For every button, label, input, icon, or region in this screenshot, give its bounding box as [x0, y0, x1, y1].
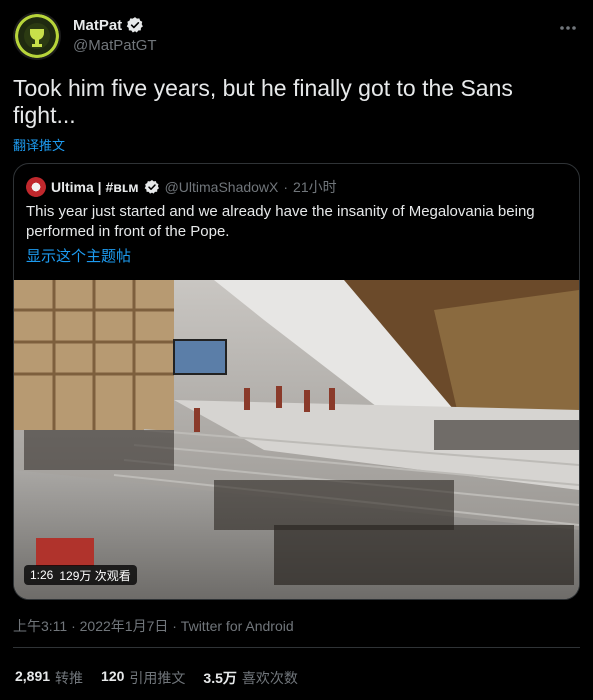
quotes-count: 120: [101, 668, 125, 684]
quoted-handle: @UltimaShadowX: [164, 179, 279, 195]
tweet-stats: 2,891 转推 120 引用推文 3.5万 喜欢次数: [15, 668, 298, 688]
author-display-name[interactable]: MatPat: [73, 17, 122, 34]
author-handle[interactable]: @MatPatGT: [73, 37, 157, 54]
quotes-label: 引用推文: [129, 670, 186, 686]
quoted-tweet-card[interactable]: Ultima | #ʙʟᴍ @UltimaShadowX · 21小时 This…: [13, 163, 580, 600]
verified-badge-icon: [144, 180, 159, 194]
quoted-display-name: Ultima | #ʙʟᴍ: [51, 179, 139, 195]
quoted-avatar: [26, 177, 46, 197]
quoted-separator: ·: [283, 179, 289, 195]
likes-stat[interactable]: 3.5万 喜欢次数: [203, 668, 297, 688]
video-views: 129万 次观看: [59, 568, 131, 583]
video-thumbnail: [14, 280, 579, 599]
video-info-badge: 1:26 129万 次观看: [24, 565, 137, 585]
quotes-stat[interactable]: 120 引用推文: [101, 668, 185, 688]
divider: [13, 647, 580, 648]
tweet-header: MatPat @MatPatGT: [13, 12, 580, 68]
tweet-timestamp[interactable]: 上午3:11 · 2022年1月7日 · Twitter for Android: [13, 616, 294, 636]
retweets-count: 2,891: [15, 668, 51, 684]
verified-badge-icon: [126, 17, 144, 33]
more-options-icon[interactable]: [556, 16, 580, 40]
quoted-header: Ultima | #ʙʟᴍ @UltimaShadowX · 21小时: [26, 177, 337, 197]
video-player[interactable]: [14, 280, 579, 599]
video-duration: 1:26: [30, 568, 54, 582]
likes-label: 喜欢次数: [241, 670, 298, 686]
quoted-text: This year just started and we already ha…: [26, 203, 535, 240]
quoted-time: 21小时: [293, 179, 337, 195]
retweets-label: 转推: [55, 670, 84, 686]
show-thread-link[interactable]: 显示这个主题帖: [26, 245, 131, 266]
author-avatar[interactable]: [13, 12, 61, 60]
author-name-block: MatPat @MatPatGT: [73, 16, 157, 55]
likes-count: 3.5万: [203, 670, 237, 686]
translate-tweet-link[interactable]: 翻译推文: [13, 135, 65, 154]
retweets-stat[interactable]: 2,891 转推: [15, 668, 83, 688]
tweet-text: Took him five years, but he finally got …: [13, 75, 513, 128]
game-theory-logo-icon: [24, 23, 50, 49]
